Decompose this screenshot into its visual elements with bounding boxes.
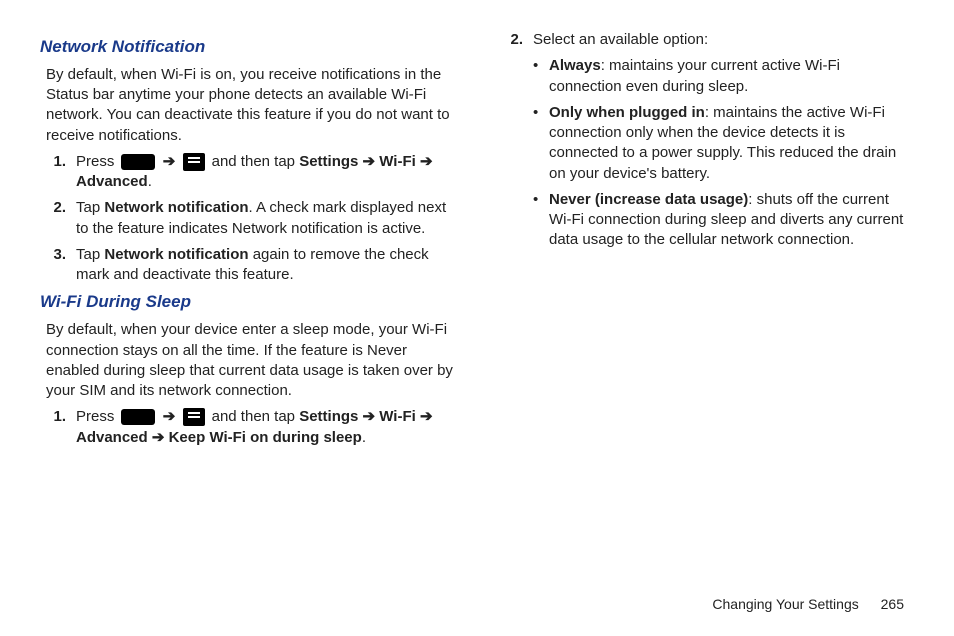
- steps-network-notification: 1. Press ➔ and then tap Settings ➔ Wi-Fi…: [40, 152, 457, 286]
- step-number: 2.: [40, 198, 76, 239]
- intro-network-notification: By default, when Wi-Fi is on, you receiv…: [46, 65, 457, 146]
- option-label: Always: [549, 57, 601, 74]
- step-number: 2.: [497, 30, 533, 257]
- text: and then tap: [212, 153, 300, 170]
- heading-wifi-during-sleep: Wi-Fi During Sleep: [40, 291, 457, 314]
- menu-button-icon: [183, 153, 205, 171]
- step-body: Press ➔ and then tap Settings ➔ Wi-Fi ➔ …: [76, 152, 457, 193]
- option-body: Only when plugged in: maintains the acti…: [549, 103, 914, 184]
- arrow-icon: ➔: [161, 408, 178, 425]
- option-always: • Always: maintains your current active …: [533, 56, 914, 97]
- step-1: 1. Press ➔ and then tap Settings ➔ Wi-Fi…: [40, 407, 457, 448]
- text: Tap: [76, 246, 104, 263]
- menu-button-icon: [183, 408, 205, 426]
- steps-wifi-during-sleep: 1. Press ➔ and then tap Settings ➔ Wi-Fi…: [40, 407, 457, 448]
- option-label: Only when plugged in: [549, 104, 705, 121]
- step-number: 3.: [40, 245, 76, 286]
- option-only-plugged: • Only when plugged in: maintains the ac…: [533, 103, 914, 184]
- text: Press: [76, 408, 119, 425]
- page-number: 265: [881, 596, 904, 612]
- option-never: • Never (increase data usage): shuts off…: [533, 190, 914, 251]
- bullet-icon: •: [533, 103, 549, 184]
- left-column: Network Notification By default, when Wi…: [40, 30, 457, 454]
- page-columns: Network Notification By default, when Wi…: [40, 30, 914, 454]
- step-body: Select an available option: • Always: ma…: [533, 30, 914, 257]
- step-number: 1.: [40, 152, 76, 193]
- text: Press: [76, 153, 119, 170]
- right-column: 2. Select an available option: • Always:…: [497, 30, 914, 454]
- home-button-icon: [121, 154, 155, 170]
- step-1: 1. Press ➔ and then tap Settings ➔ Wi-Fi…: [40, 152, 457, 193]
- option-body: Never (increase data usage): shuts off t…: [549, 190, 914, 251]
- home-button-icon: [121, 409, 155, 425]
- step-2: 2. Select an available option: • Always:…: [497, 30, 914, 257]
- steps-continued: 2. Select an available option: • Always:…: [497, 30, 914, 257]
- heading-network-notification: Network Notification: [40, 36, 457, 59]
- arrow-icon: ➔: [161, 153, 178, 170]
- step-2: 2. Tap Network notification. A check mar…: [40, 198, 457, 239]
- step-number: 1.: [40, 407, 76, 448]
- text: .: [362, 429, 366, 446]
- step-3: 3. Tap Network notification again to rem…: [40, 245, 457, 286]
- bullet-icon: •: [533, 190, 549, 251]
- text: Select an available option:: [533, 31, 708, 48]
- option-label: Never (increase data usage): [549, 191, 748, 208]
- footer-section: Changing Your Settings: [712, 596, 858, 612]
- step-body: Press ➔ and then tap Settings ➔ Wi-Fi ➔ …: [76, 407, 457, 448]
- text: and then tap: [212, 408, 300, 425]
- bold-term: Network notification: [104, 246, 248, 263]
- bold-term: Network notification: [104, 199, 248, 216]
- option-body: Always: maintains your current active Wi…: [549, 56, 914, 97]
- step-body: Tap Network notification. A check mark d…: [76, 198, 457, 239]
- text: Tap: [76, 199, 104, 216]
- step-body: Tap Network notification again to remove…: [76, 245, 457, 286]
- text: .: [148, 173, 152, 190]
- option-list: • Always: maintains your current active …: [533, 56, 914, 250]
- intro-wifi-during-sleep: By default, when your device enter a sle…: [46, 320, 457, 401]
- bullet-icon: •: [533, 56, 549, 97]
- page-footer: Changing Your Settings 265: [712, 596, 904, 612]
